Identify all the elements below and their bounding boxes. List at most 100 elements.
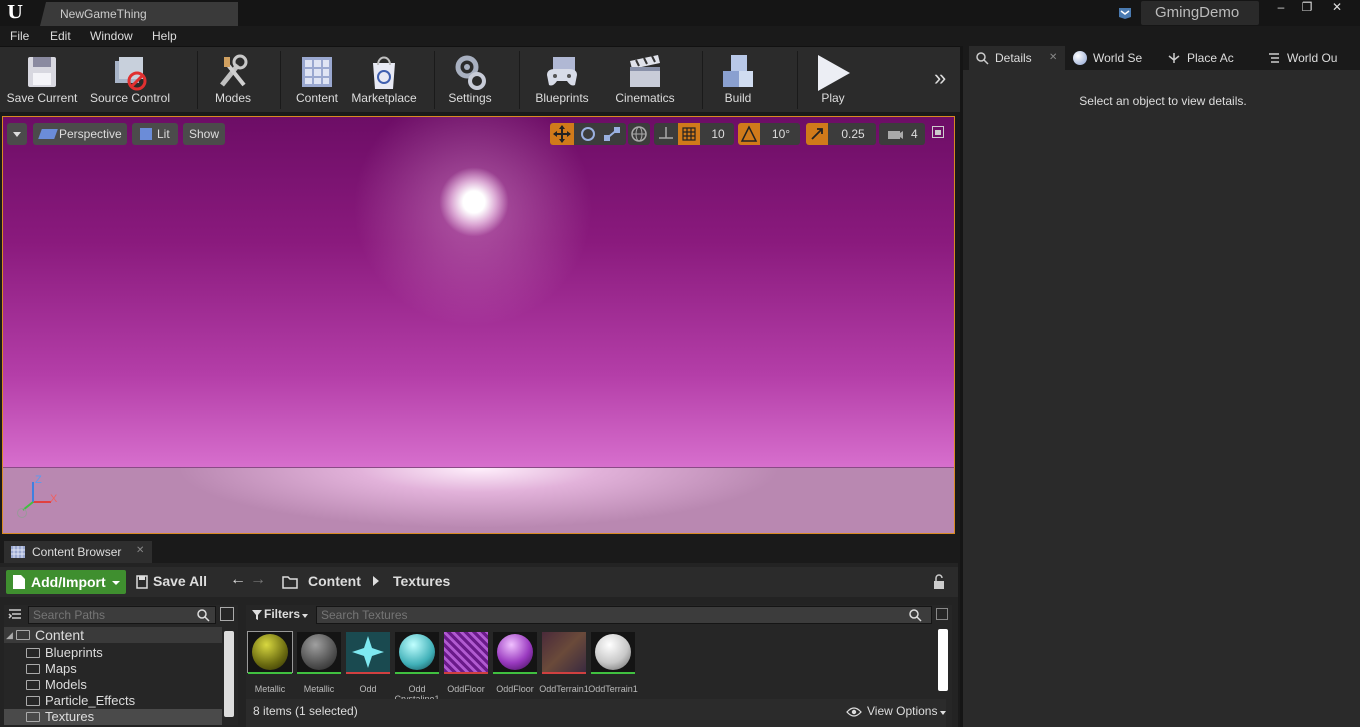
asset-tile[interactable]: Metallic — [247, 631, 293, 698]
rotate-tool-button[interactable] — [576, 123, 600, 145]
play-button[interactable]: Play — [808, 47, 858, 113]
grid-snap-value[interactable]: 10 — [702, 123, 734, 145]
perspective-button[interactable]: Perspective — [33, 123, 127, 145]
unreal-logo-icon[interactable]: U — [4, 2, 26, 24]
tab-world-settings[interactable]: World Se — [1067, 46, 1159, 70]
asset-tile[interactable]: OddTerrain1 — [588, 632, 638, 698]
content-button[interactable]: Content — [290, 47, 344, 113]
angle-icon — [740, 125, 758, 142]
build-blocks-icon — [723, 55, 753, 87]
asset-thumbnail — [542, 632, 586, 672]
asset-tile[interactable]: OddTerrain1 — [539, 632, 589, 698]
close-tab-icon[interactable]: ✕ — [136, 545, 144, 556]
tree-item-blueprints[interactable]: Blueprints — [4, 645, 222, 661]
scale-tool-button[interactable] — [600, 123, 624, 145]
tree-scrollbar[interactable] — [224, 631, 234, 717]
folder-tree-panel: ◢ Content Blueprints Maps Models Particl… — [4, 605, 238, 725]
source-control-button[interactable]: Source Control — [86, 47, 174, 113]
tree-item-models[interactable]: Models — [4, 677, 222, 693]
build-button[interactable]: Build — [712, 47, 764, 113]
tree-item-label: Blueprints — [45, 645, 103, 660]
minimize-button[interactable]: – — [1268, 0, 1294, 16]
asset-thumbnail — [346, 632, 390, 672]
folder-icon — [26, 712, 40, 722]
breadcrumb-chevron-icon[interactable] — [373, 576, 379, 586]
marketplace-button[interactable]: Marketplace — [348, 47, 420, 113]
tab-world-outliner[interactable]: World Ou — [1261, 46, 1360, 70]
lock-icon[interactable] — [932, 574, 946, 590]
add-import-button[interactable]: Add/Import — [6, 570, 126, 594]
save-all-button[interactable]: Save All — [134, 570, 214, 594]
project-name-label: GmingDemo — [1155, 4, 1240, 21]
save-current-label: Save Current — [6, 91, 78, 105]
cinematics-button[interactable]: Cinematics — [610, 47, 680, 113]
camera-speed-icon — [888, 131, 903, 139]
tab-details[interactable]: Details ✕ — [969, 46, 1065, 70]
tree-item-particle-effects[interactable]: Particle_Effects — [4, 693, 222, 709]
chevron-down-icon — [13, 132, 21, 137]
tree-item-maps[interactable]: Maps — [4, 661, 222, 677]
level-viewport[interactable]: Perspective Lit Show 10 10° 0.25 4 Z X — [2, 116, 955, 534]
back-arrow-icon[interactable]: ← — [230, 571, 246, 589]
rotation-snap-value[interactable]: 10° — [762, 123, 800, 145]
asset-tile[interactable]: OddFloor — [444, 632, 488, 698]
asset-tile[interactable]: OddCrystaline1 — [394, 632, 440, 704]
view-options-button[interactable]: View Options — [844, 703, 948, 721]
sources-panel-icon[interactable] — [7, 607, 23, 623]
surface-snap-button[interactable] — [654, 123, 678, 145]
tab-details-label: Details — [995, 51, 1032, 65]
outliner-list-icon — [1269, 53, 1279, 63]
chevron-down-icon — [940, 711, 946, 715]
menu-file[interactable]: File — [10, 29, 29, 43]
breadcrumb-textures[interactable]: Textures — [393, 573, 450, 589]
camera-speed-button[interactable]: 4 — [879, 123, 925, 145]
scale-snap-value[interactable]: 0.25 — [832, 123, 874, 145]
tree-item-textures[interactable]: Textures — [4, 709, 222, 725]
close-window-button[interactable]: ✕ — [1324, 0, 1350, 16]
tree-item-content[interactable]: ◢ Content — [4, 627, 222, 643]
asset-tile[interactable]: Metallic — [297, 632, 341, 698]
modes-button[interactable]: Modes — [206, 47, 260, 113]
close-tab-icon[interactable]: ✕ — [1049, 46, 1057, 70]
save-current-button[interactable]: Save Current — [4, 47, 80, 113]
tab-place-actors[interactable]: Place Ac — [1161, 46, 1259, 70]
viewport-options-button[interactable] — [7, 123, 27, 145]
search-textures-input[interactable] — [316, 606, 932, 624]
asset-thumbnail — [247, 631, 293, 673]
toolbar-overflow-icon[interactable]: » — [934, 65, 946, 91]
show-button[interactable]: Show — [183, 123, 225, 145]
maximize-button[interactable]: ❐ — [1294, 0, 1320, 16]
asset-thumbnail — [297, 632, 341, 672]
lit-button[interactable]: Lit — [132, 123, 178, 145]
scale-snap-toggle[interactable] — [806, 123, 828, 145]
world-local-button[interactable] — [628, 123, 650, 145]
tab-content-browser[interactable]: Content Browser ✕ — [4, 541, 152, 563]
forward-arrow-icon[interactable]: → — [250, 571, 266, 589]
document-tab[interactable]: NewGameThing — [40, 2, 238, 26]
save-search-icon[interactable] — [936, 608, 948, 620]
search-icon — [909, 609, 922, 622]
menu-edit[interactable]: Edit — [50, 29, 71, 43]
save-icon — [28, 57, 56, 87]
translate-tool-button[interactable] — [550, 123, 574, 145]
rotation-snap-toggle[interactable] — [738, 123, 760, 145]
filters-button[interactable]: Filters — [248, 605, 308, 625]
expand-arrow-icon[interactable]: ◢ — [6, 627, 13, 643]
asset-scrollbar[interactable] — [938, 629, 948, 691]
menu-help[interactable]: Help — [152, 29, 177, 43]
tab-world-outliner-label: World Ou — [1287, 51, 1338, 65]
grid-snap-toggle[interactable] — [678, 123, 700, 145]
search-paths-input[interactable] — [28, 606, 216, 624]
asset-tile[interactable]: OddFloor — [493, 632, 537, 698]
breadcrumb-content[interactable]: Content — [308, 573, 361, 589]
view-list-icon[interactable] — [220, 607, 234, 621]
asset-tile[interactable]: Odd — [346, 632, 390, 698]
menu-window[interactable]: Window — [90, 29, 133, 43]
asset-type-bar — [444, 672, 488, 674]
move-arrows-icon — [553, 125, 571, 143]
maximize-viewport-icon[interactable] — [932, 126, 944, 138]
right-panel-tabs: Details ✕ World Se Place Ac World Ou — [963, 46, 1360, 70]
settings-button[interactable]: Settings — [442, 47, 498, 113]
blueprints-button[interactable]: Blueprints — [528, 47, 596, 113]
camera-speed-value: 4 — [911, 127, 918, 141]
